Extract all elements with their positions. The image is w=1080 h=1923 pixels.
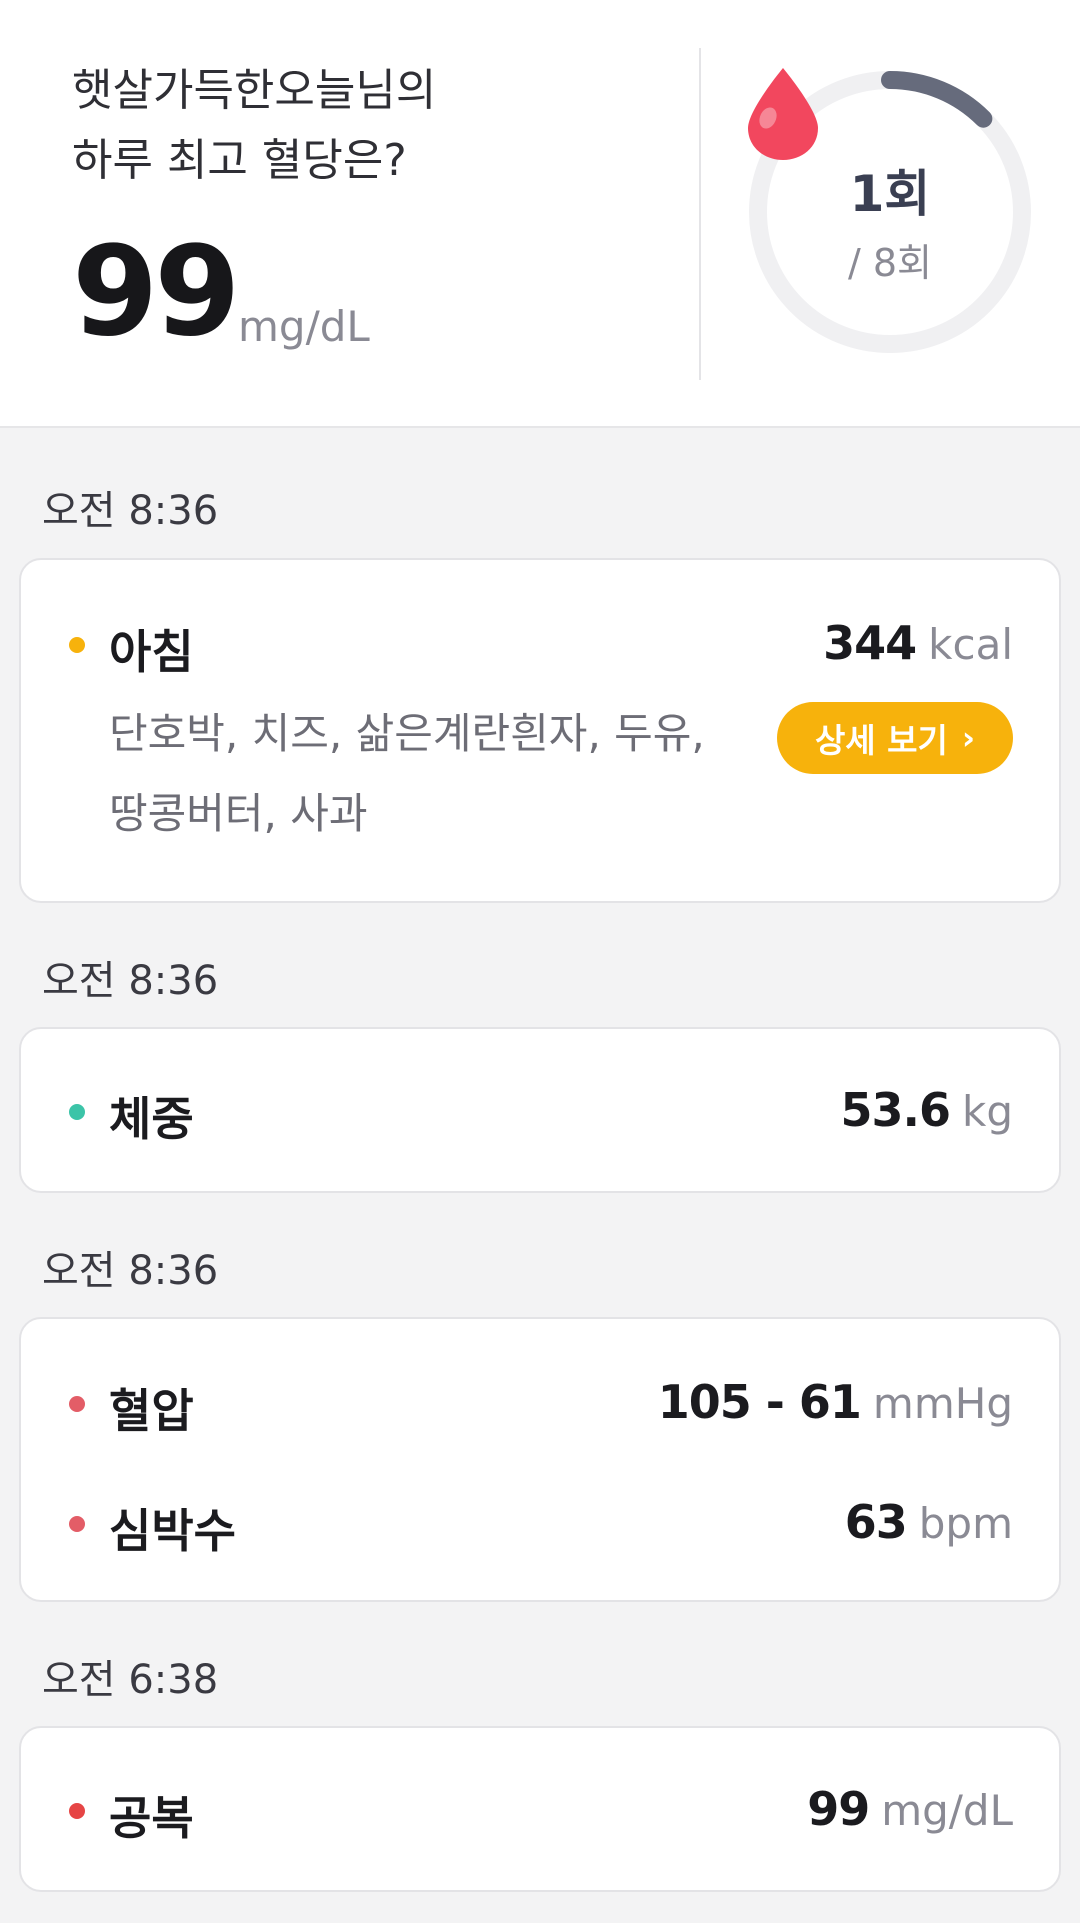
weight-row: 체중 53.6 kg xyxy=(21,1077,1059,1147)
measurement-total: / 8회 xyxy=(847,241,933,285)
entry-time-fasting: 오전 6:38 xyxy=(42,1657,219,1703)
meal-detail-label: 상세 보기 xyxy=(814,721,948,760)
meal-card[interactable]: 아침 344 kcal 단호박, 치즈, 삶은계란흰자, 두유, 땅콩버터, 사과… xyxy=(19,558,1061,903)
entry-time-meal: 오전 8:36 xyxy=(42,488,219,534)
fasting-reading: 99 mg/dL xyxy=(807,1782,1013,1836)
blood-pressure-row: 혈압 105 - 61 mmHg xyxy=(21,1369,1059,1439)
weight-label: 체중 xyxy=(109,1092,194,1146)
meal-calories: 344 kcal xyxy=(823,616,1013,670)
fasting-unit: mg/dL xyxy=(881,1786,1013,1835)
blood-pressure-value: 105 - 61 xyxy=(657,1375,862,1429)
blood-pressure-label: 혈압 xyxy=(109,1384,194,1438)
heart-rate-value: 63 xyxy=(844,1495,908,1549)
summary-title: 햇살가득한오늘님의 하루 최고 혈당은? xyxy=(72,56,632,196)
fasting-row: 공복 99 mg/dL xyxy=(21,1776,1059,1846)
weight-unit: kg xyxy=(962,1087,1013,1136)
summary-title-line1: 햇살가득한오늘님의 xyxy=(72,65,437,116)
summary-divider xyxy=(699,48,701,380)
weight-dot xyxy=(69,1104,85,1120)
heart-rate-row: 심박수 63 bpm xyxy=(21,1489,1059,1559)
meal-calories-value: 344 xyxy=(823,616,917,670)
fasting-value: 99 xyxy=(807,1782,870,1836)
blood-pressure-dot xyxy=(69,1396,85,1412)
meal-food-line2: 땅콩버터, 사과 xyxy=(109,789,368,838)
heart-rate-unit: bpm xyxy=(918,1499,1013,1548)
max-glucose-value: 99 xyxy=(72,220,241,364)
meal-row: 아침 344 kcal xyxy=(21,610,1059,680)
heart-rate-reading: 63 bpm xyxy=(845,1495,1013,1549)
daily-summary-card: 햇살가득한오늘님의 하루 최고 혈당은? 99 mg/dL 1회 / 8회 xyxy=(0,0,1080,428)
meal-dot xyxy=(69,637,85,653)
weight-value: 53.6 xyxy=(840,1083,951,1137)
measurement-progress-ring[interactable]: 1회 / 8회 xyxy=(744,66,1036,358)
fasting-card[interactable]: 공복 99 mg/dL xyxy=(19,1726,1061,1892)
meal-calories-unit: kcal xyxy=(928,620,1013,669)
weight-card[interactable]: 체중 53.6 kg xyxy=(19,1027,1061,1193)
heart-rate-label: 심박수 xyxy=(109,1504,236,1558)
blood-pressure-unit: mmHg xyxy=(872,1379,1013,1428)
heart-rate-dot xyxy=(69,1516,85,1532)
weight-reading: 53.6 kg xyxy=(841,1083,1013,1137)
glucose-daily-page: 햇살가득한오늘님의 하루 최고 혈당은? 99 mg/dL 1회 / 8회 오전… xyxy=(0,0,1080,1923)
entry-time-weight: 오전 8:36 xyxy=(42,958,219,1004)
meal-label: 아침 xyxy=(109,625,194,679)
measurement-count: 1회 xyxy=(849,165,931,223)
fasting-dot xyxy=(69,1803,85,1819)
blood-drop-icon xyxy=(748,68,818,160)
chevron-right-icon: › xyxy=(961,719,976,757)
blood-pressure-reading: 105 - 61 mmHg xyxy=(658,1375,1013,1429)
max-glucose-unit: mg/dL xyxy=(238,302,370,351)
meal-food-list: 단호박, 치즈, 삶은계란흰자, 두유, 땅콩버터, 사과 xyxy=(109,694,749,854)
vitals-card[interactable]: 혈압 105 - 61 mmHg 심박수 63 bpm xyxy=(19,1317,1061,1602)
fasting-label: 공복 xyxy=(109,1791,194,1845)
summary-title-line2: 하루 최고 혈당은? xyxy=(72,135,407,186)
meal-detail-button[interactable]: 상세 보기 › xyxy=(777,702,1013,774)
meal-food-line1: 단호박, 치즈, 삶은계란흰자, 두유, xyxy=(109,709,705,758)
entry-time-vitals: 오전 8:36 xyxy=(42,1248,219,1294)
